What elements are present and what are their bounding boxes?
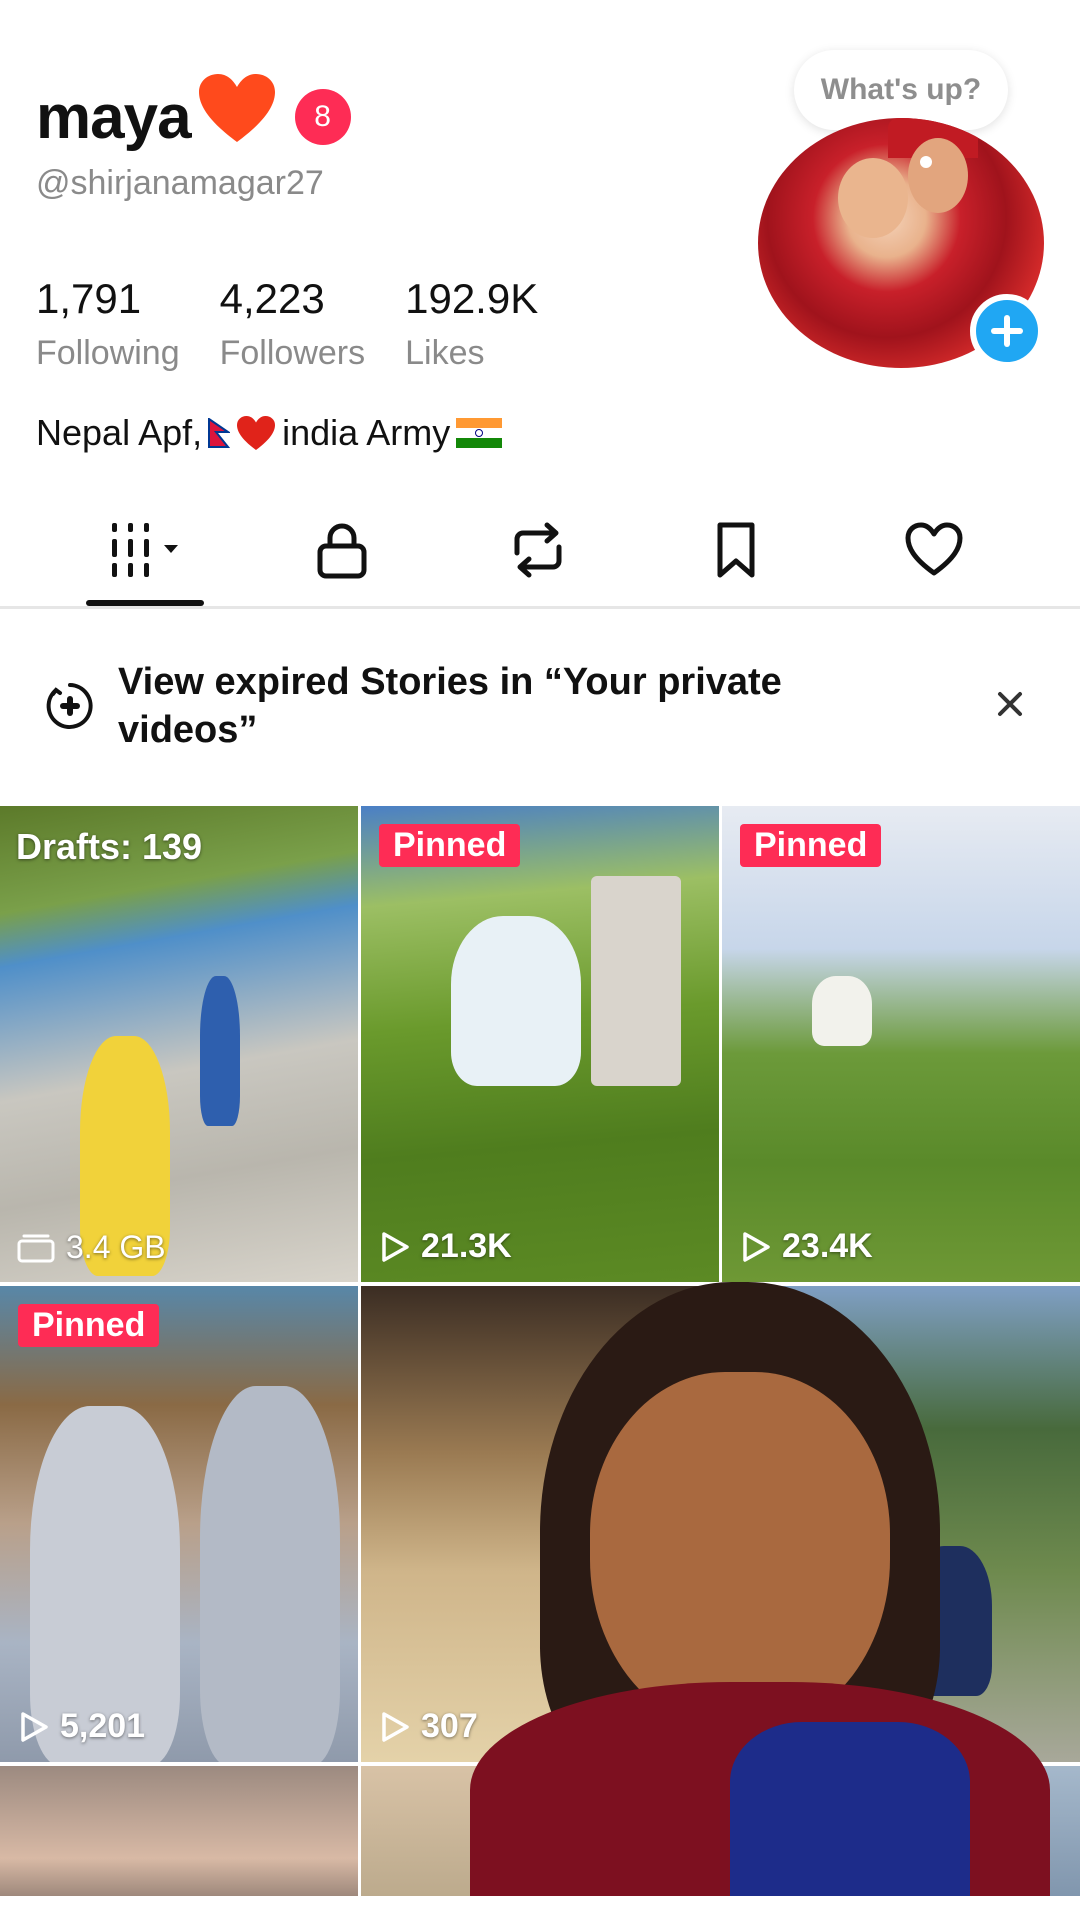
video-tile[interactable]: Pinned 21.3K: [361, 806, 719, 1282]
stat-value: 4,223: [219, 275, 325, 322]
red-heart-icon: [237, 416, 276, 450]
play-icon: [382, 1231, 409, 1262]
stat-following[interactable]: 1,791 Following: [36, 278, 180, 373]
stat-likes[interactable]: 192.9K Likes: [405, 278, 538, 373]
avatar-detail: [838, 158, 908, 238]
tab-reposts[interactable]: [468, 500, 608, 600]
profile-tabs: [0, 500, 1080, 610]
tab-private[interactable]: [272, 500, 412, 600]
grid-icon: [112, 523, 178, 577]
tab-liked[interactable]: [864, 500, 1004, 600]
heart-emoji-svg: [198, 74, 275, 142]
view-count: 21.3K: [379, 1227, 512, 1266]
bio-text-2: india Army: [282, 412, 451, 453]
tab-videos-grid[interactable]: [76, 500, 216, 600]
plus-icon: [991, 315, 1023, 347]
stat-label: Following: [36, 334, 180, 372]
thumbnail-figure: [591, 876, 681, 1086]
banner-text: View expired Stories in “Your private vi…: [118, 661, 782, 751]
thumbnail-figure: [451, 916, 581, 1086]
nepal-flag-icon: [208, 418, 231, 448]
video-tile[interactable]: Pinned 23.4K: [722, 806, 1080, 1282]
stat-label: Followers: [219, 334, 366, 372]
stat-value: 1,791: [36, 275, 142, 322]
tab-favorites[interactable]: [666, 500, 806, 600]
person-overlay: [470, 1282, 1050, 1920]
heart-emoji-icon: [197, 72, 277, 156]
repost-icon: [514, 522, 562, 578]
view-count: 5,201: [18, 1707, 145, 1746]
stat-value: 192.9K: [405, 275, 539, 322]
view-count: 307: [379, 1707, 478, 1746]
thumbnail-figure: [200, 1386, 340, 1762]
play-icon: [21, 1711, 48, 1742]
profile-bio: Nepal Apf, india Army: [36, 412, 503, 454]
drafts-size-value: 3.4 GB: [66, 1229, 166, 1265]
profile-stats: 1,791 Following 4,223 Followers 192.9K L…: [36, 278, 578, 373]
stat-label: Likes: [405, 334, 485, 372]
add-story-button[interactable]: [970, 294, 1044, 368]
view-count: 23.4K: [740, 1227, 873, 1266]
pinned-badge: Pinned: [18, 1304, 160, 1347]
notification-badge[interactable]: 8: [294, 89, 351, 145]
overlay-detail: [590, 1372, 890, 1732]
pinned-badge: Pinned: [740, 824, 882, 867]
thumbnail-figure: [812, 976, 872, 1046]
view-count-value: 5,201: [60, 1707, 146, 1745]
bookmark-icon: [717, 522, 755, 578]
overlay-detail: [730, 1722, 970, 1920]
play-icon: [382, 1711, 409, 1742]
story-plus-icon: [46, 683, 93, 729]
expired-stories-banner[interactable]: View expired Stories in “Your private vi…: [0, 640, 1080, 780]
pinned-badge: Pinned: [379, 824, 521, 867]
heart-icon: [905, 522, 963, 576]
avatar-detail: [908, 138, 968, 213]
bottom-nav: [0, 1896, 1080, 1920]
drafts-size: 3.4 GB: [16, 1229, 166, 1266]
drafts-label: Drafts: 139: [16, 826, 203, 867]
video-tile[interactable]: Pinned 5,201: [0, 1286, 358, 1762]
divider: [0, 606, 1080, 609]
bio-text-1: Nepal Apf,: [36, 412, 203, 453]
lock-icon: [317, 523, 367, 579]
bubble-tail: [920, 156, 932, 168]
stack-icon: [17, 1234, 55, 1262]
play-icon: [743, 1231, 770, 1262]
thumbnail-figure: [200, 976, 240, 1126]
view-count-value: 21.3K: [421, 1227, 512, 1265]
profile-handle: @shirjanamagar27: [36, 164, 324, 202]
profile-name: maya: [36, 82, 192, 152]
profile-name-row: maya 8: [36, 74, 351, 156]
stat-followers[interactable]: 4,223 Followers: [220, 278, 365, 373]
drafts-tile[interactable]: Drafts: 139 3.4 GB: [0, 806, 358, 1282]
india-flag-icon: [456, 418, 503, 448]
close-icon[interactable]: [990, 684, 1030, 724]
view-count-value: 23.4K: [782, 1227, 873, 1265]
